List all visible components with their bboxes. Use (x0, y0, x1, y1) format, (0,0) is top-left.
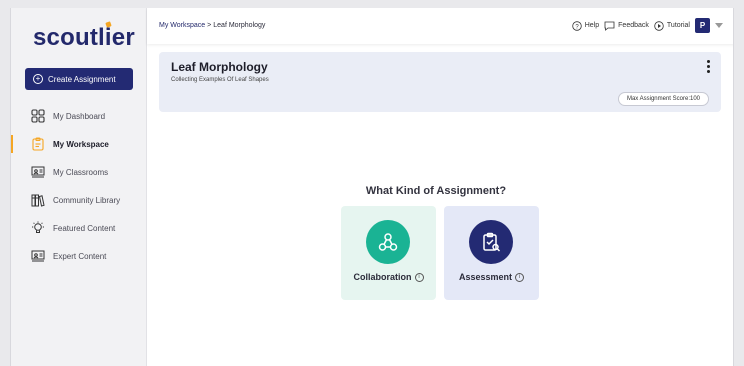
sidebar-item-label: Expert Content (53, 251, 107, 261)
assignment-title: Leaf Morphology (171, 60, 268, 74)
sidebar-item-label: My Classrooms (53, 167, 109, 177)
clipboard-icon (32, 137, 44, 151)
sidebar-item-label: My Dashboard (53, 111, 106, 121)
breadcrumb-current: Leaf Morphology (213, 22, 266, 29)
assignment-header: Leaf Morphology Collecting Examples Of L… (159, 52, 721, 112)
avatar[interactable]: P (695, 18, 710, 33)
grid-icon (31, 109, 45, 123)
help-button[interactable]: ? Help (572, 20, 600, 31)
create-assignment-label: Create Assignment (48, 74, 116, 84)
assessment-icon (469, 220, 513, 264)
feedback-icon (604, 21, 615, 31)
breadcrumb-separator: > (207, 22, 212, 29)
play-circle-icon (654, 20, 664, 31)
assessment-label: Assessment i (444, 272, 539, 282)
collaboration-option[interactable]: Collaboration i (341, 206, 436, 300)
max-score-badge[interactable]: Max Assignment Score:100 (617, 92, 709, 106)
breadcrumb: My Workspace > Leaf Morphology (159, 22, 265, 29)
feedback-label: Feedback (618, 22, 649, 29)
collaboration-text: Collaboration (353, 272, 412, 282)
sidebar-item-my-dashboard[interactable]: My Dashboard (11, 102, 147, 130)
collaboration-label: Collaboration i (341, 272, 436, 282)
assessment-option[interactable]: Assessment i (444, 206, 539, 300)
lightbulb-icon (32, 221, 44, 233)
assignment-subtitle: Collecting Examples Of Leaf Shapes (171, 77, 269, 83)
assessment-text: Assessment (458, 272, 513, 282)
feedback-button[interactable]: Feedback (604, 21, 649, 31)
top-bar: My Workspace > Leaf Morphology ? Help Fe… (147, 8, 733, 44)
tutorial-label: Tutorial (666, 22, 690, 29)
create-assignment-button[interactable]: + Create Assignment (25, 68, 133, 90)
collaboration-icon (366, 220, 410, 264)
sidebar-item-expert-content[interactable]: Expert Content (11, 242, 147, 270)
help-icon: ? (572, 20, 582, 31)
sidebar-item-my-classrooms[interactable]: My Classrooms (11, 158, 147, 186)
app-frame: scoutlier + Create Assignment My Dashboa… (10, 8, 734, 366)
sidebar-item-label: Featured Content (53, 223, 116, 233)
plus-circle-icon: + (33, 74, 43, 84)
top-actions: ? Help Feedback Tutorial P (572, 18, 723, 33)
sidebar-item-label: My Workspace (53, 139, 109, 149)
sidebar-nav: My Dashboard My Workspace My Classrooms … (11, 102, 147, 270)
classroom-icon (31, 166, 45, 178)
tutorial-button[interactable]: Tutorial (654, 20, 690, 31)
info-icon[interactable]: i (515, 272, 525, 282)
scoutlier-logo[interactable]: scoutlier (33, 24, 135, 52)
more-options-icon[interactable] (707, 60, 711, 73)
sidebar-item-my-workspace[interactable]: My Workspace (11, 130, 147, 158)
sidebar-item-featured-content[interactable]: Featured Content (11, 214, 147, 242)
svg-text:?: ? (575, 24, 579, 30)
sidebar-item-community-library[interactable]: Community Library (11, 186, 147, 214)
sidebar-item-label: Community Library (53, 195, 121, 205)
chevron-down-icon[interactable] (715, 23, 723, 28)
info-icon[interactable]: i (414, 272, 424, 282)
library-icon (31, 194, 45, 207)
help-label: Help (584, 22, 600, 29)
sidebar: scoutlier + Create Assignment My Dashboa… (11, 8, 147, 366)
assignment-type-question: What Kind of Assignment? (365, 185, 507, 197)
breadcrumb-root[interactable]: My Workspace (159, 22, 205, 29)
presentation-icon (31, 250, 45, 262)
